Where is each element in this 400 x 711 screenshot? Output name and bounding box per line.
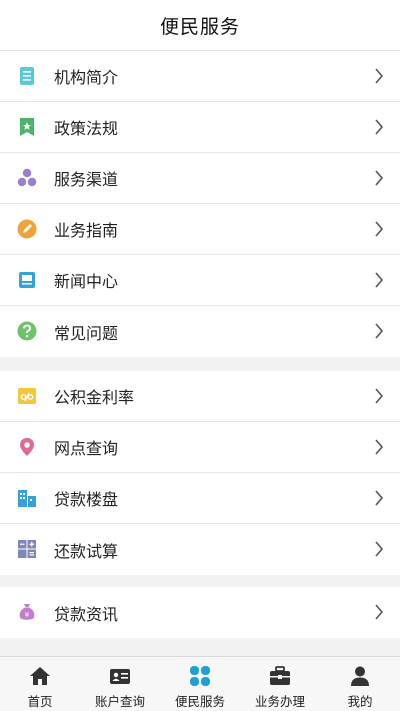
menu-item-label: 政策法规 [54,119,119,138]
menu-item-label: 常见问题 [54,323,119,343]
menu-group-loan: 公积金利率 网点查询 贷款楼盘 还款试算 [0,371,400,575]
tab-label: 账户查询 [94,694,145,709]
menu-item-label: 还款试算 [54,541,119,561]
menu-item-policies[interactable]: 政策法规 [0,102,400,153]
chevron-right-icon [374,388,384,404]
menu-item-loan-news[interactable]: ¥ 贷款资讯 [0,587,400,638]
menu-item-repayment-calculator[interactable]: 还款试算 [0,524,400,575]
buildings-icon [17,488,37,508]
menu-item-label: 服务渠道 [54,170,119,189]
tab-account-query[interactable]: 账户查询 [80,657,160,711]
location-pin-icon [17,437,37,457]
menu-item-loan-properties[interactable]: 贷款楼盘 [0,473,400,524]
question-circle-icon [17,321,37,341]
chevron-right-icon [374,221,384,237]
menu-item-fund-rate[interactable]: 公积金利率 [0,371,400,422]
briefcase-icon [269,665,291,687]
menu-item-institution-intro[interactable]: 机构简介 [0,51,400,102]
percent-tag-icon [17,386,37,406]
menu-item-news-center[interactable]: 新闻中心 [0,255,400,306]
tab-label: 我的 [347,694,373,709]
menu-item-business-guide[interactable]: 业务指南 [0,204,400,255]
grid-petal-icon [189,665,211,687]
pencil-circle-icon [17,219,37,239]
chevron-right-icon [374,68,384,84]
menu-item-label: 业务指南 [54,221,119,240]
id-card-icon [109,665,131,687]
menu-item-label: 贷款资讯 [54,604,119,624]
newspaper-icon [17,270,37,290]
bottom-tab-bar: 首页 账户查询 便民服务 业务办理 我的 [0,656,400,711]
tab-business-handling[interactable]: 业务办理 [240,657,320,711]
menu-item-label: 贷款楼盘 [54,490,119,509]
svg-text:¥: ¥ [25,611,30,619]
menu-item-label: 新闻中心 [54,272,119,291]
chevron-right-icon [374,119,384,135]
page-title: 便民服务 [159,15,240,38]
menu-item-service-channels[interactable]: 服务渠道 [0,153,400,204]
tab-label: 首页 [27,694,53,709]
chevron-right-icon [374,323,384,339]
chevron-right-icon [374,170,384,186]
menu-item-label: 网点查询 [54,439,119,458]
menu-item-label: 机构简介 [54,68,119,87]
menu-group-info: 机构简介 政策法规 服务渠道 业务指南 新闻中心 常见问题 [0,51,400,357]
document-icon [17,66,37,86]
menu-group-news: ¥ 贷款资讯 [0,587,400,638]
menu-item-faq[interactable]: 常见问题 [0,306,400,357]
chevron-right-icon [374,490,384,506]
chevron-right-icon [374,541,384,557]
money-bag-icon: ¥ [17,602,37,622]
user-icon [349,665,371,687]
home-icon [29,665,51,687]
chevron-right-icon [374,439,384,455]
tab-label: 便民服务 [174,694,225,709]
bookmark-star-icon [17,117,37,137]
tab-mine[interactable]: 我的 [320,657,400,711]
menu-item-label: 公积金利率 [54,388,135,407]
menu-item-branch-lookup[interactable]: 网点查询 [0,422,400,473]
tab-convenience-services[interactable]: 便民服务 [160,657,240,711]
calculator-icon [17,539,37,559]
tab-label: 业务办理 [254,694,305,709]
chevron-right-icon [374,604,384,620]
tab-home[interactable]: 首页 [0,657,80,711]
hexagon-cluster-icon [17,168,37,188]
chevron-right-icon [374,272,384,288]
top-bar: 便民服务 [0,0,400,51]
